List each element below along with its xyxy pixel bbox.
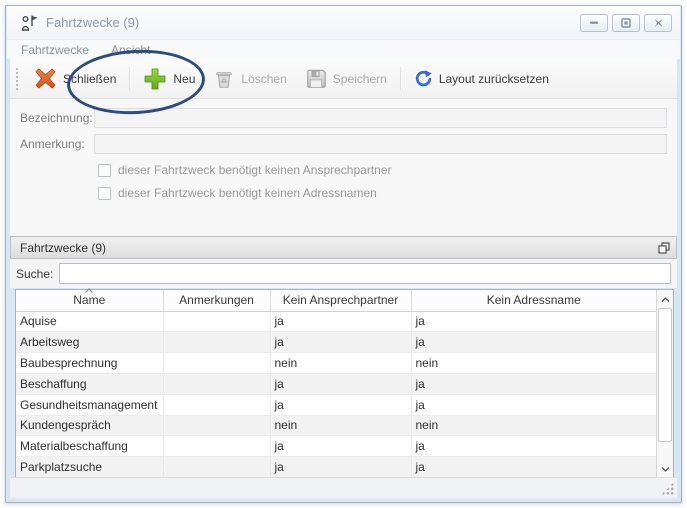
table-row[interactable]: Gesundheitsmanagement jaja [16,394,656,415]
panel-title: Fahrtzwecke (9) [20,241,106,255]
schliessen-label: Schließen [63,72,116,86]
layout-zuruecksetzen-label: Layout zurücksetzen [439,72,549,86]
panel-header: Fahrtzwecke (9) [10,236,677,259]
table-row[interactable]: Aquise jaja [16,311,656,332]
loeschen-label: Löschen [241,72,286,86]
table-row[interactable]: Arbeitsweg jaja [16,332,656,353]
save-icon [305,68,327,90]
restore-button[interactable] [612,14,640,32]
window-title: Fahrtzwecke (9) [46,15,139,30]
menu-item-ansicht[interactable]: Ansicht [111,43,150,57]
sort-ascending-icon [85,288,94,293]
scroll-down-icon[interactable] [657,461,673,477]
trash-icon [213,68,235,90]
detail-form: Bezeichnung: Anmerkung: dieser Fahrtzwec… [10,99,677,236]
speichern-label: Speichern [333,72,387,86]
schliessen-button[interactable]: Schließen [25,63,125,94]
column-header-kein-ansprechpartner[interactable]: Kein Ansprechpartner [270,290,411,311]
anmerkung-input[interactable] [94,134,667,154]
search-label: Suche: [16,267,53,281]
neu-button[interactable]: Neu [134,63,204,95]
fahrtzwecke-table: Name Anmerkungen Kein Ansprechpartner Ke… [15,289,674,479]
column-header-name[interactable]: Name [16,290,163,311]
menu-item-fahrtzwecke[interactable]: Fahrtzwecke [21,43,89,57]
table-header-row: Name Anmerkungen Kein Ansprechpartner Ke… [16,290,656,311]
layout-zuruecksetzen-button[interactable]: Layout zurücksetzen [405,65,558,92]
status-bar [10,477,677,498]
restore-icon [621,18,631,28]
close-button[interactable] [644,14,672,32]
column-header-anmerkungen[interactable]: Anmerkungen [163,290,270,311]
toolbar-separator [400,67,401,91]
toolbar: Schließen Neu Löschen [10,59,677,99]
table-row[interactable]: Parkplatzsuche jaja [16,457,656,478]
kein-adressname-checkbox[interactable] [98,187,111,200]
anmerkung-label: Anmerkung: [20,137,94,151]
loeschen-button: Löschen [204,64,295,94]
speichern-button: Speichern [296,64,396,94]
neu-label: Neu [173,72,195,86]
reset-layout-icon [414,69,433,88]
menu-bar: Fahrtzwecke Ansicht [7,40,680,59]
scroll-up-icon[interactable] [657,291,673,307]
float-window-icon[interactable] [658,242,670,254]
bezeichnung-input[interactable] [94,108,667,128]
title-bar: Fahrtzwecke (9) [7,6,680,40]
table-row[interactable]: Kundengespräch neinnein [16,415,656,436]
minimize-icon [589,18,599,27]
search-input[interactable] [59,263,671,284]
table-row[interactable]: Beschaffung jaja [16,373,656,394]
close-x-icon [34,67,57,90]
kein-adressname-checkbox-label: dieser Fahrtzweck benötigt keinen Adress… [118,186,377,200]
vertical-scrollbar[interactable] [656,290,673,478]
kein-ansprechpartner-checkbox-label: dieser Fahrtzweck benötigt keinen Anspre… [118,163,392,177]
close-icon [653,18,664,28]
kein-ansprechpartner-checkbox[interactable] [98,164,111,177]
column-header-kein-adressname[interactable]: Kein Adressname [411,290,656,311]
scrollbar-thumb[interactable] [658,308,672,442]
plus-icon [143,67,167,91]
resize-grip-icon[interactable] [661,482,674,495]
person-with-flag-icon [19,13,39,33]
minimize-button[interactable] [580,14,608,32]
table-row[interactable]: Materialbeschaffung jaja [16,436,656,457]
bezeichnung-label: Bezeichnung: [20,111,94,125]
search-row: Suche: [10,259,677,288]
toolbar-separator [129,67,130,91]
app-window: Fahrtzwecke (9) Fahrtzwecke Ansi [5,5,682,503]
toolbar-grip[interactable] [14,66,19,92]
table-row[interactable]: Baubesprechnung neinnein [16,353,656,374]
